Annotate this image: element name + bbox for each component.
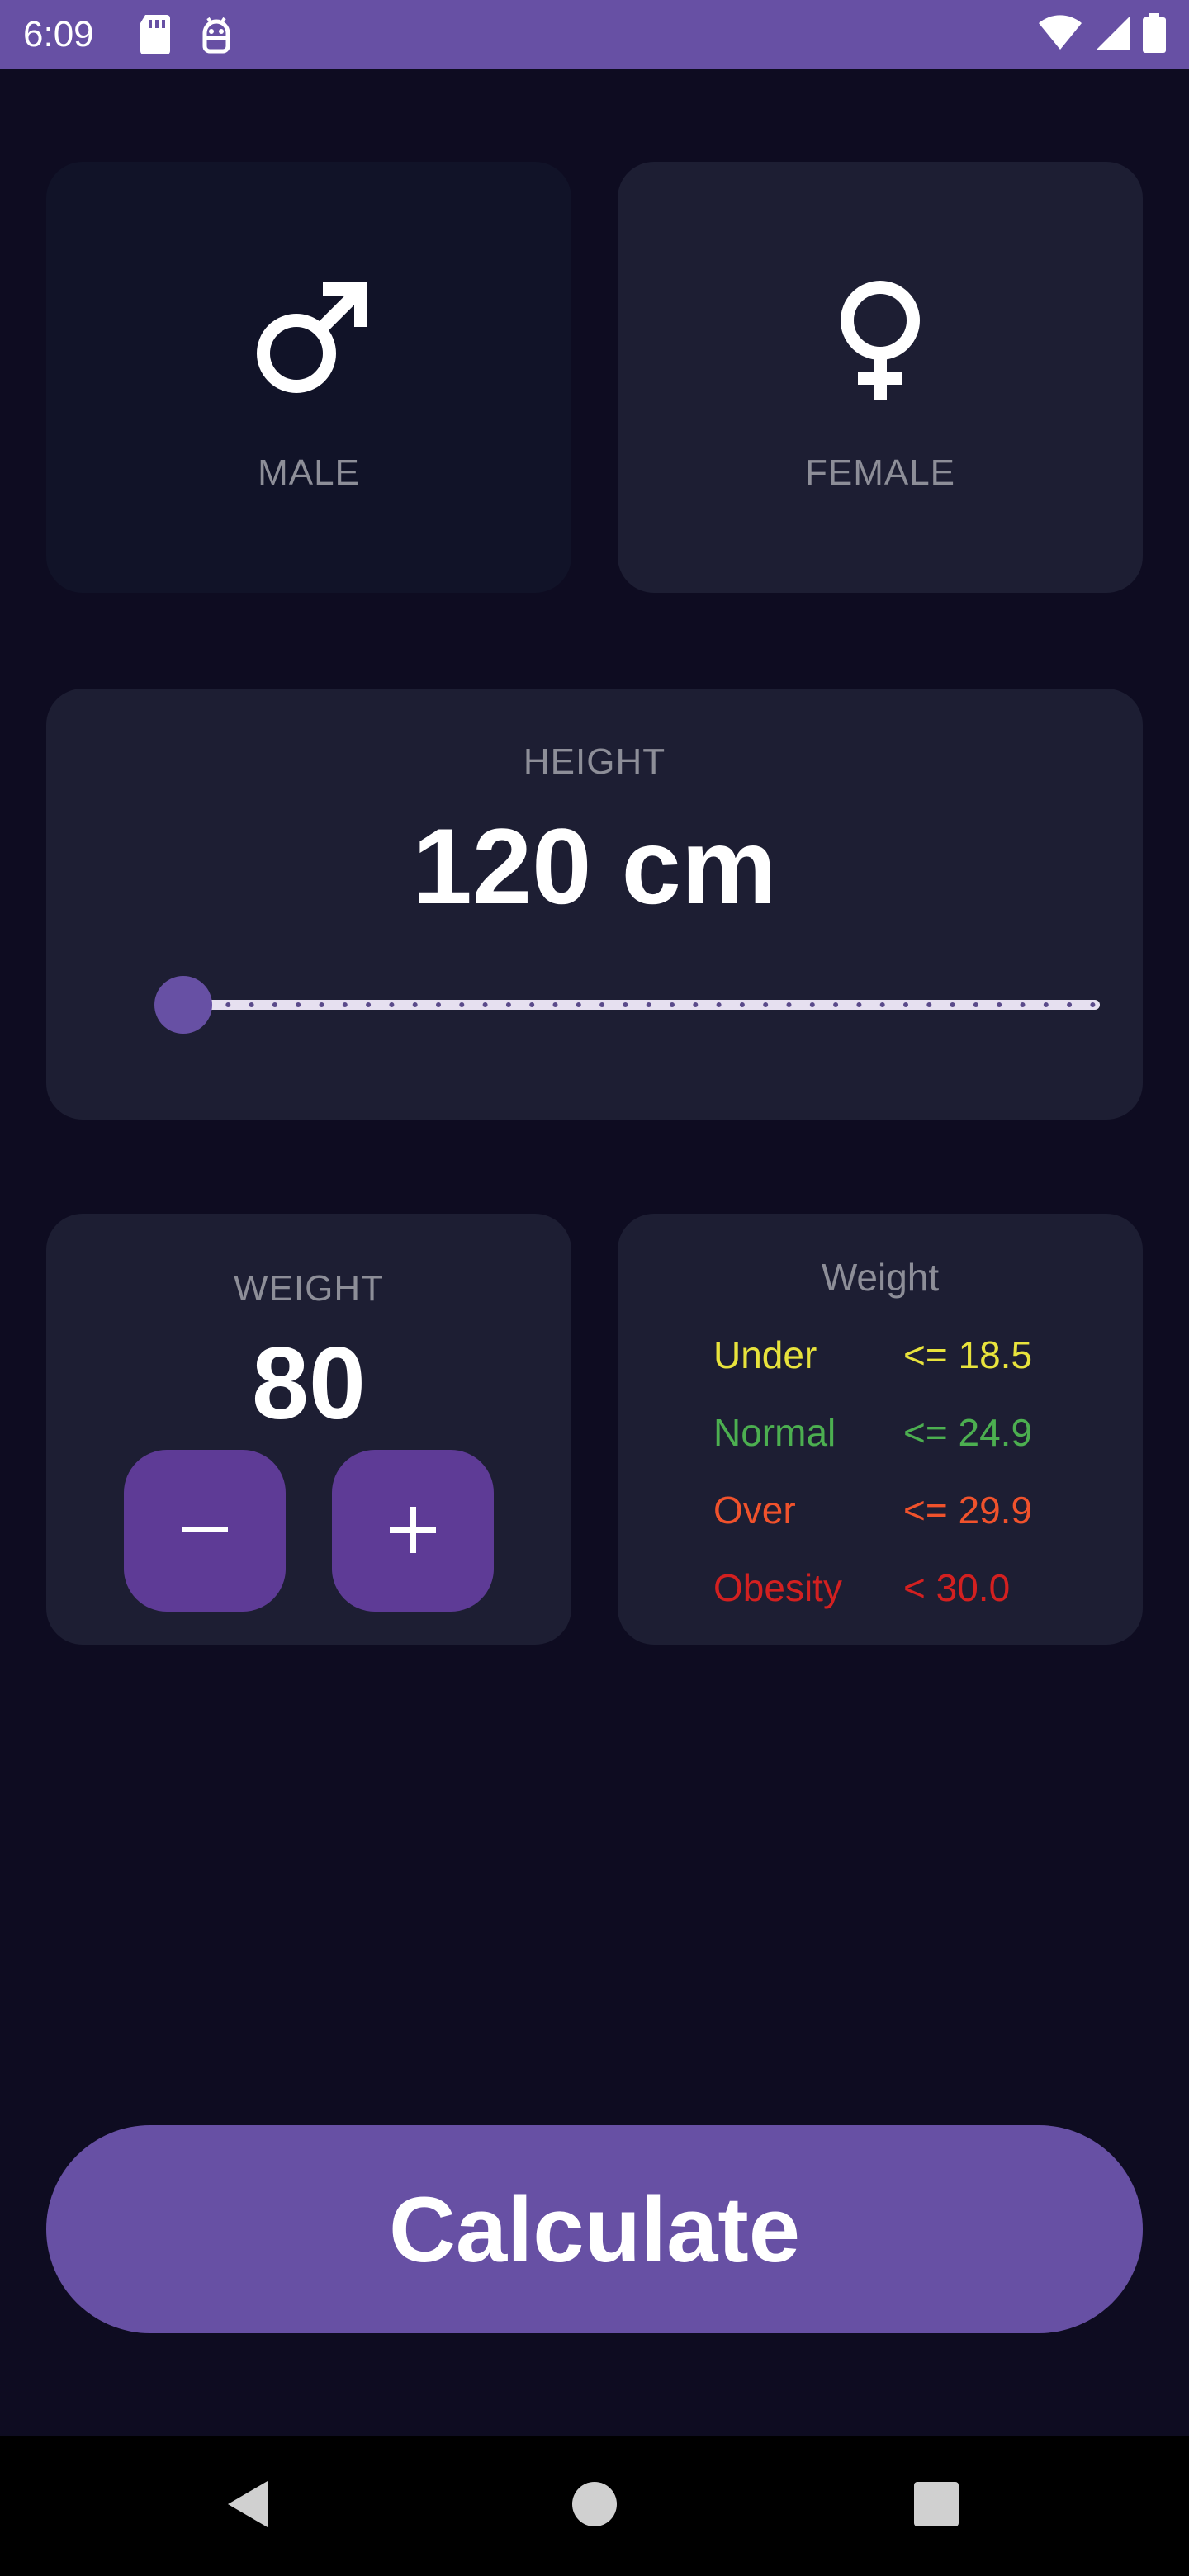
slider-tick [646, 1002, 651, 1007]
slider-tick [763, 1002, 769, 1007]
slider-tick [903, 1002, 908, 1007]
legend-name: Normal [713, 1411, 836, 1454]
legend-name: Obesity [713, 1566, 842, 1609]
slider-tick [576, 1002, 581, 1007]
back-button[interactable] [182, 2436, 314, 2576]
slider-tick [623, 1002, 628, 1007]
slider-tick [1090, 1002, 1096, 1007]
slider-tick [529, 1002, 535, 1007]
height-value: 120 cm [412, 806, 777, 926]
slider-tick [973, 1002, 978, 1007]
slider-tick [459, 1002, 465, 1007]
bmi-legend-card: Weight Under <= 18.5 Normal <= 24.9 Over… [618, 1214, 1143, 1645]
slider-tick [833, 1002, 839, 1007]
plus-icon [390, 1506, 436, 1556]
recents-button[interactable] [870, 2436, 1002, 2576]
slider-tick [1067, 1002, 1073, 1007]
slider-tick [389, 1002, 395, 1007]
slider-tick [342, 1002, 348, 1007]
female-card[interactable]: FEMALE [618, 162, 1143, 593]
slider-tick [482, 1002, 488, 1007]
slider-tick [272, 1002, 277, 1007]
slider-tick [1020, 1002, 1026, 1007]
legend-value: < 30.0 [903, 1566, 1011, 1609]
back-icon [225, 2479, 271, 2533]
recents-icon [914, 2481, 959, 2531]
slider-tick [366, 1002, 372, 1007]
male-label: MALE [258, 452, 360, 493]
female-label: FEMALE [804, 452, 956, 493]
android-debug-icon [198, 13, 241, 56]
slider-tick [716, 1002, 722, 1007]
slider-tick [997, 1002, 1002, 1007]
decrease-weight-button[interactable] [124, 1450, 286, 1612]
slider-tick [926, 1002, 932, 1007]
male-card[interactable]: MALE [46, 162, 571, 593]
slider-tick [879, 1002, 885, 1007]
slider-tick [739, 1002, 745, 1007]
increase-weight-button[interactable] [332, 1450, 494, 1612]
female-icon [835, 277, 926, 405]
slider-tick [249, 1002, 254, 1007]
status-bar: 6:09 [0, 0, 1189, 69]
home-icon [571, 2481, 618, 2531]
legend-title: Weight [821, 1256, 940, 1299]
slider-tick [599, 1002, 605, 1007]
wifi-icon [1037, 14, 1083, 55]
slider-tick [412, 1002, 418, 1007]
navigation-bar [0, 2436, 1189, 2576]
slider-tick [552, 1002, 558, 1007]
slider-tick [786, 1002, 792, 1007]
calculate-button[interactable]: Calculate [46, 2125, 1143, 2333]
slider-tick [225, 1002, 231, 1007]
slider-thumb[interactable] [154, 976, 212, 1034]
legend-name: Under [713, 1333, 817, 1376]
status-icons [1037, 12, 1166, 58]
legend-value: <= 29.9 [903, 1489, 1033, 1532]
slider-tick [505, 1002, 511, 1007]
slider-tick [856, 1002, 862, 1007]
battery-icon [1143, 12, 1166, 57]
legend-name: Over [713, 1489, 796, 1532]
slider-tick [670, 1002, 675, 1007]
weight-card: WEIGHT 80 [46, 1214, 571, 1645]
weight-title: WEIGHT [234, 1268, 384, 1309]
minus-icon [182, 1525, 228, 1537]
slider-tick [319, 1002, 324, 1007]
slider-tick [1043, 1002, 1049, 1007]
status-time: 6:09 [23, 14, 94, 54]
height-card: HEIGHT 120 cm [46, 689, 1143, 1120]
slider-tick [950, 1002, 955, 1007]
slider-tick [693, 1002, 699, 1007]
weight-value: 80 [252, 1327, 366, 1441]
home-button[interactable] [528, 2436, 661, 2576]
legend-value: <= 18.5 [903, 1333, 1033, 1376]
height-title: HEIGHT [523, 741, 666, 782]
cell-signal-icon [1095, 15, 1131, 55]
slider-tick [436, 1002, 441, 1007]
male-icon [247, 277, 371, 405]
slider-tick [296, 1002, 301, 1007]
sd-card-icon [137, 13, 180, 56]
height-slider[interactable] [109, 976, 1100, 1034]
slider-tick [809, 1002, 815, 1007]
legend-value: <= 24.9 [903, 1411, 1033, 1454]
